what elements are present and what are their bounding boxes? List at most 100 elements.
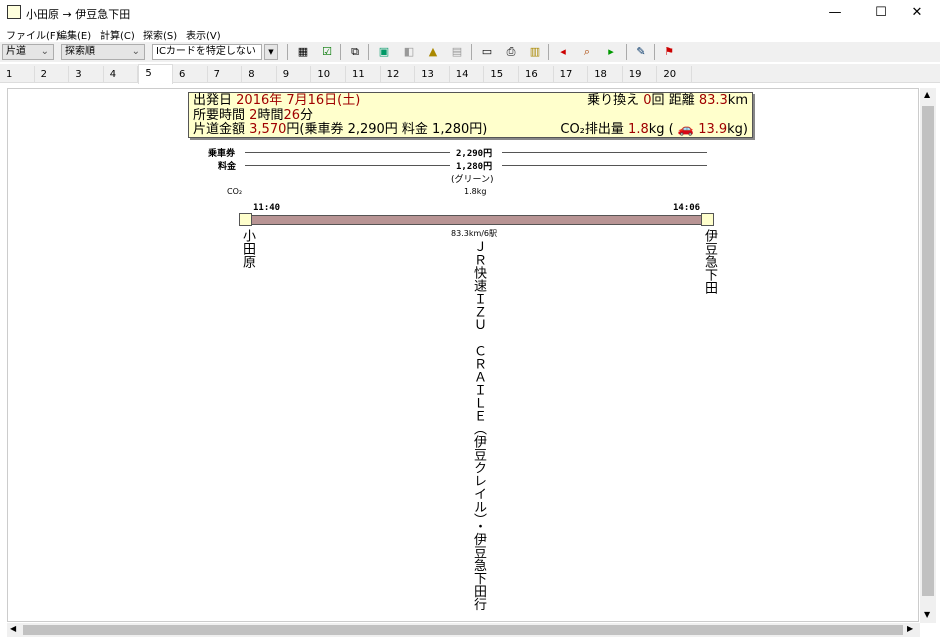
title-bar: 小田原 → 伊豆急下田 — ☐ ✕ — [0, 0, 940, 26]
separator — [654, 44, 655, 60]
chevron-down-icon: ⌄ — [41, 45, 49, 59]
ic-icon[interactable]: ◧ — [400, 44, 418, 60]
previous-train-icon[interactable]: ◂ — [554, 44, 572, 60]
tab-1[interactable]: 1 — [0, 66, 35, 83]
tab-6[interactable]: 6 — [173, 66, 208, 83]
transfer-label: 乗り換え — [587, 93, 639, 108]
route-segment-bar[interactable] — [245, 215, 707, 225]
trip-type-select[interactable]: 片道 ⌄ — [2, 44, 54, 60]
station-from[interactable]: 小田原 — [238, 229, 257, 268]
card-icon[interactable]: ▭ — [478, 44, 496, 60]
tab-19[interactable]: 19 — [623, 66, 658, 83]
co2-value: 1.8 — [628, 122, 649, 137]
transfer-count: 0 — [643, 93, 651, 108]
tab-5[interactable]: 5 — [138, 64, 173, 84]
horizontal-scroll-thumb[interactable] — [23, 625, 903, 635]
co2-label: CO₂排出量 — [560, 122, 624, 137]
scroll-down-icon[interactable]: ▼ — [924, 610, 930, 619]
tab-4[interactable]: 4 — [104, 66, 139, 83]
tab-7[interactable]: 7 — [208, 66, 243, 83]
car-co2-unit: kg) — [727, 122, 748, 137]
menu-edit[interactable]: 編集(E) — [57, 27, 91, 42]
duration-label: 所要時間 — [193, 108, 245, 123]
scroll-up-icon[interactable]: ▲ — [924, 90, 930, 99]
window-title: 小田原 → 伊豆急下田 — [26, 6, 130, 22]
calendar-icon[interactable]: ▥ — [526, 44, 544, 60]
tab-16[interactable]: 16 — [519, 66, 554, 83]
menu-view[interactable]: 表示(V) — [186, 27, 221, 42]
fee-line — [502, 165, 707, 166]
tab-14[interactable]: 14 — [450, 66, 485, 83]
flag-icon[interactable]: ⚑ — [660, 44, 678, 60]
vertical-scroll-thumb[interactable] — [922, 106, 934, 596]
ic-card-select[interactable]: ICカードを特定しない — [152, 44, 262, 60]
tab-20[interactable]: 20 — [657, 66, 692, 83]
station-to[interactable]: 伊豆急下田 — [700, 229, 719, 294]
tab-3[interactable]: 3 — [69, 66, 104, 83]
tab-10[interactable]: 10 — [311, 66, 346, 83]
check-icon[interactable]: ☑ — [318, 44, 336, 60]
fee-note: (グリーン) — [451, 172, 494, 185]
departure-date: 2016年 7月16日(土) — [236, 93, 360, 108]
fare-breakdown: 円(乗車券 2,290円 料金 1,280円) — [286, 122, 487, 137]
departure-label: 出発日 — [193, 93, 232, 108]
fare-total: 3,570 — [249, 122, 286, 137]
route-tabs: 1234567891011121314151617181920 — [0, 64, 940, 83]
next-train-icon[interactable]: ▸ — [602, 44, 620, 60]
map-icon[interactable]: ▣ — [375, 44, 393, 60]
trip-type-value: 片道 — [6, 46, 26, 57]
menu-file[interactable]: ファイル(F) — [6, 27, 60, 42]
ic-card-value: ICカードを特定しない — [156, 46, 256, 57]
tab-18[interactable]: 18 — [588, 66, 623, 83]
station-marker-to[interactable] — [701, 213, 714, 226]
scroll-right-icon[interactable]: ▶ — [907, 624, 913, 633]
sort-select[interactable]: 探索順⌄ — [61, 44, 145, 60]
tab-15[interactable]: 15 — [484, 66, 519, 83]
ticket-label: 乗車券 — [208, 146, 235, 159]
separator — [626, 44, 627, 60]
tab-9[interactable]: 9 — [277, 66, 312, 83]
ic-card-dropdown-button[interactable]: ▼ — [264, 44, 278, 60]
co2-route-value: 1.8kg — [464, 187, 486, 196]
line-name[interactable]: ＪＲ快速ＩＺＵ ＣＲＡＩＬＥ（伊豆クレイル）・伊豆急下田行 — [470, 240, 486, 630]
duration-minutes: 26 — [283, 108, 300, 123]
separator — [548, 44, 549, 60]
separator — [368, 44, 369, 60]
route-summary: 出発日 2016年 7月16日(土) 乗り換え 0回 距離 83.3km 所要時… — [188, 92, 753, 138]
minimize-button[interactable]: — — [812, 0, 858, 26]
co2-route-label: CO₂ — [227, 187, 242, 196]
menu-search[interactable]: 探索(S) — [143, 27, 177, 42]
minutes-unit: 分 — [300, 108, 313, 123]
separator — [340, 44, 341, 60]
transfer-unit: 回 — [652, 93, 665, 108]
windows-icon[interactable]: ⧉ — [346, 44, 364, 60]
tab-17[interactable]: 17 — [554, 66, 589, 83]
car-co2-value: 13.9 — [698, 122, 727, 137]
edit-icon[interactable]: ✎ — [632, 44, 650, 60]
horizontal-scrollbar[interactable]: ◀ ▶ — [7, 623, 920, 637]
tab-2[interactable]: 2 — [35, 66, 70, 83]
fee-label: 料金 — [218, 159, 236, 172]
tab-8[interactable]: 8 — [242, 66, 277, 83]
tab-12[interactable]: 12 — [381, 66, 416, 83]
tab-11[interactable]: 11 — [346, 66, 381, 83]
ticket-icon[interactable]: ▤ — [448, 44, 466, 60]
print-icon[interactable]: ⎙ — [502, 44, 520, 60]
station-marker-from[interactable] — [239, 213, 252, 226]
search-train-icon[interactable]: ⌕ — [578, 44, 596, 60]
close-button[interactable]: ✕ — [894, 0, 940, 26]
timetable-icon[interactable]: ▦ — [294, 44, 312, 60]
tab-13[interactable]: 13 — [415, 66, 450, 83]
fare-label: 片道金額 — [193, 122, 245, 137]
scroll-left-icon[interactable]: ◀ — [10, 624, 16, 633]
ticket-line — [502, 152, 707, 153]
fee-value: 1,280円 — [456, 159, 492, 172]
menu-calc[interactable]: 計算(C) — [100, 27, 135, 42]
segment-distance: 83.3km/6駅 — [451, 228, 497, 239]
arrival-time: 14:06 — [673, 203, 700, 213]
coins-icon[interactable]: ▲ — [424, 44, 442, 60]
separator — [471, 44, 472, 60]
menu-bar: ファイル(F) 編集(E) 計算(C) 探索(S) 表示(V) — [0, 26, 940, 42]
vertical-scrollbar[interactable]: ▲ ▼ — [920, 88, 936, 623]
ticket-line — [245, 152, 450, 153]
